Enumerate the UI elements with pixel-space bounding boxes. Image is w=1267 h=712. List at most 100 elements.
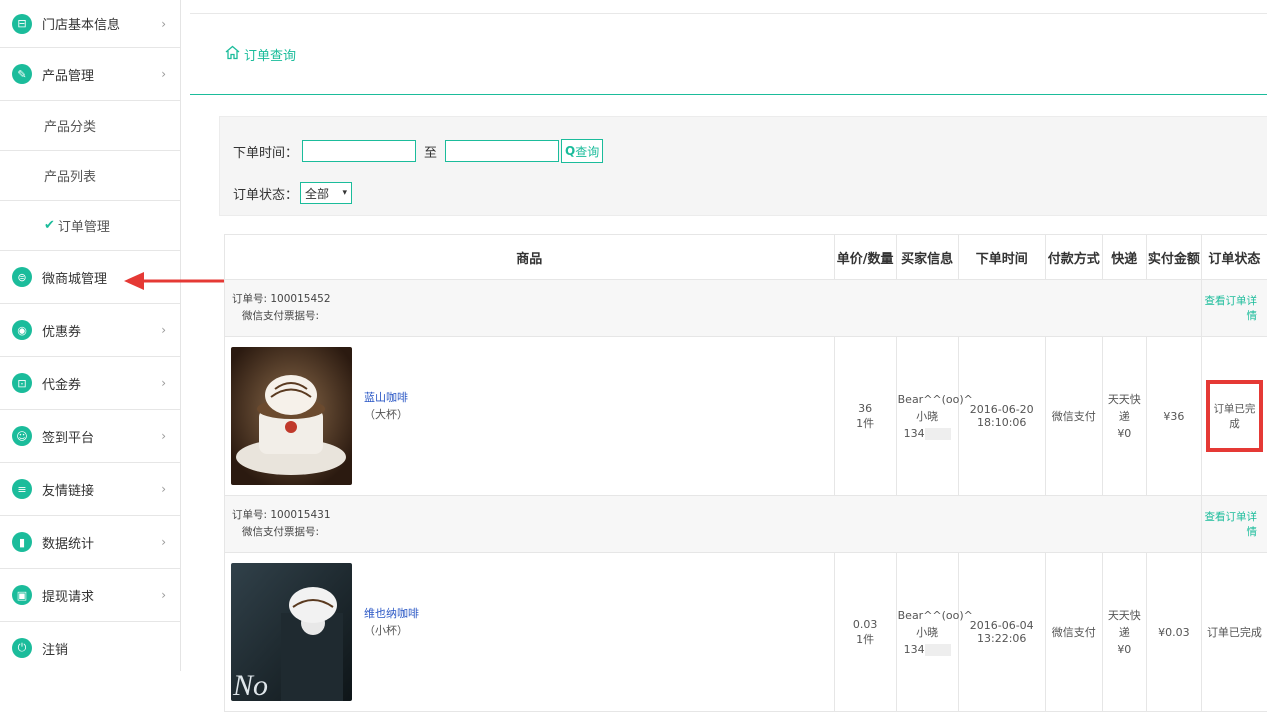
chevron-right-icon: › bbox=[161, 482, 166, 496]
sidebar-item-logout[interactable]: ⏻ 注销 bbox=[0, 622, 180, 674]
order-header-row: 订单号: 100015431 微信支付票据号: 查看订单详情 bbox=[225, 496, 1267, 553]
chevron-right-icon: › bbox=[161, 323, 166, 337]
product-name-link[interactable]: 蓝山咖啡 bbox=[364, 389, 408, 406]
chevron-right-icon: › bbox=[161, 588, 166, 602]
buyer-phone: 134 bbox=[904, 427, 925, 440]
chevron-right-icon: › bbox=[161, 535, 166, 549]
time-filter-row: 下单时间： 至 Q 查询 bbox=[233, 139, 603, 163]
sidebar: ⊟ 门店基本信息 › ✎ 产品管理 › 产品分类 产品列表 ✔ 订单管理 ⊜ 微… bbox=[0, 0, 181, 671]
sidebar-item-label: 友情链接 bbox=[42, 480, 94, 499]
product-spec: （大杯） bbox=[364, 406, 408, 423]
price-qty-cell: 0.03 1件 bbox=[834, 553, 896, 712]
product-cell: No 维也纳咖啡 （小杯） bbox=[225, 553, 835, 712]
sidebar-item-store-info[interactable]: ⊟ 门店基本信息 › bbox=[0, 0, 180, 48]
sidebar-item-checkin[interactable]: ☺ 签到平台 › bbox=[0, 410, 180, 463]
shipping-cell: 天天快 递 ¥0 bbox=[1102, 337, 1146, 496]
sidebar-item-coupons[interactable]: ◉ 优惠券 › bbox=[0, 304, 180, 357]
page-title: 订单查询 bbox=[244, 45, 296, 64]
order-header-row: 订单号: 100015452 微信支付票据号: 查看订单详情 bbox=[225, 280, 1267, 337]
order-status: 订单已完成 bbox=[1201, 553, 1267, 712]
power-icon: ⏻ bbox=[12, 638, 32, 658]
chevron-right-icon: › bbox=[161, 67, 166, 81]
buyer-phone: 134 bbox=[904, 643, 925, 656]
sidebar-item-vouchers[interactable]: ⊡ 代金券 › bbox=[0, 357, 180, 410]
sidebar-sub-item-orders[interactable]: ✔ 订单管理 bbox=[0, 201, 180, 251]
shipping-fee: ¥0 bbox=[1104, 641, 1145, 658]
product-image[interactable]: No bbox=[231, 563, 352, 701]
col-header-product: 商品 bbox=[225, 235, 835, 280]
sidebar-item-withdraw[interactable]: ▣ 提现请求 › bbox=[0, 569, 180, 622]
sidebar-sub-item-product-list[interactable]: 产品列表 bbox=[0, 151, 180, 201]
highlight-box: 订单已完成 bbox=[1206, 380, 1263, 452]
buyer-name: 小晓 bbox=[898, 408, 957, 425]
signin-icon: ☺ bbox=[12, 426, 32, 446]
buyer-cell: Bear^^(oo)^ 小晓 134 bbox=[896, 553, 958, 712]
doc-icon: ⊟ bbox=[12, 14, 32, 34]
sidebar-item-label: 签到平台 bbox=[42, 427, 94, 446]
sidebar-item-label: 优惠券 bbox=[42, 321, 81, 340]
sidebar-item-label: 注销 bbox=[42, 639, 68, 658]
home-icon[interactable] bbox=[225, 45, 240, 64]
status-filter-row: 订单状态： 全部 ▾ bbox=[233, 182, 352, 204]
redaction-blur bbox=[925, 644, 951, 656]
quantity: 1件 bbox=[836, 415, 895, 431]
table-row: 蓝山咖啡 （大杯） 36 1件 Bear^^(oo)^ 小晓 134 bbox=[225, 337, 1267, 496]
sidebar-item-label: 提现请求 bbox=[42, 586, 94, 605]
sidebar-item-label: 代金券 bbox=[42, 374, 81, 393]
sidebar-item-label: 门店基本信息 bbox=[42, 14, 120, 33]
chevron-right-icon: › bbox=[161, 17, 166, 31]
wx-receipt-number: 微信支付票据号: bbox=[232, 524, 1200, 541]
table-row: No 维也纳咖啡 （小杯） 0.03 1件 bbox=[225, 553, 1267, 712]
order-detail-link[interactable]: 查看订单详情 bbox=[1201, 496, 1267, 553]
stats-icon: ▮ bbox=[12, 532, 32, 552]
sidebar-item-links[interactable]: ≡ 友情链接 › bbox=[0, 463, 180, 516]
order-number: 订单号: 100015431 bbox=[232, 507, 1200, 524]
shipping-company: 天天快 bbox=[1104, 391, 1145, 408]
order-status: 订单已完成 bbox=[1210, 401, 1259, 431]
chevron-right-icon: › bbox=[161, 376, 166, 390]
buyer-nickname: Bear^^(oo)^ bbox=[898, 391, 957, 408]
product-image[interactable] bbox=[231, 347, 352, 485]
payment-method: 微信支付 bbox=[1045, 553, 1102, 712]
col-header-amount: 实付金额 bbox=[1146, 235, 1201, 280]
product-spec: （小杯） bbox=[364, 622, 419, 639]
col-header-payment: 付款方式 bbox=[1045, 235, 1102, 280]
shipping-company: 天天快 bbox=[1104, 607, 1145, 624]
search-button[interactable]: Q 查询 bbox=[561, 139, 603, 163]
sidebar-item-label: 产品管理 bbox=[42, 65, 94, 84]
page-header: 订单查询 bbox=[190, 14, 1267, 95]
status-select[interactable]: 全部 ▾ bbox=[300, 182, 352, 204]
sidebar-item-label: 数据统计 bbox=[42, 533, 94, 552]
status-label: 订单状态： bbox=[233, 184, 298, 203]
sidebar-sub-item-label: 产品列表 bbox=[44, 166, 96, 185]
unit-price: 0.03 bbox=[836, 618, 895, 631]
shipping-fee: ¥0 bbox=[1104, 425, 1145, 442]
col-header-order-time: 下单时间 bbox=[958, 235, 1045, 280]
shipping-company-2: 递 bbox=[1104, 624, 1145, 641]
sidebar-sub-item-label: 订单管理 bbox=[58, 216, 110, 235]
tag-icon: ✎ bbox=[12, 64, 32, 84]
redaction-blur bbox=[925, 428, 951, 440]
sidebar-item-stats[interactable]: ▮ 数据统计 › bbox=[0, 516, 180, 569]
end-time-input[interactable] bbox=[445, 140, 559, 162]
order-status-cell: 订单已完成 bbox=[1201, 337, 1267, 496]
chevron-down-icon: ▾ bbox=[342, 188, 347, 198]
main-content: 订单查询 下单时间： 至 Q 查询 订单状态： 全部 ▾ bbox=[190, 13, 1267, 95]
shop-icon: ⊜ bbox=[12, 267, 32, 287]
wx-receipt-number: 微信支付票据号: bbox=[232, 308, 1200, 325]
payment-method: 微信支付 bbox=[1045, 337, 1102, 496]
time-label: 下单时间： bbox=[233, 142, 298, 161]
svg-text:No: No bbox=[232, 669, 268, 701]
order-time: 2016-06-20 18:10:06 bbox=[958, 337, 1045, 496]
buyer-cell: Bear^^(oo)^ 小晓 134 bbox=[896, 337, 958, 496]
start-time-input[interactable] bbox=[302, 140, 416, 162]
wallet-icon: ▣ bbox=[12, 585, 32, 605]
sidebar-sub-item-category[interactable]: 产品分类 bbox=[0, 101, 180, 151]
product-name-link[interactable]: 维也纳咖啡 bbox=[364, 605, 419, 622]
to-label: 至 bbox=[424, 142, 437, 161]
table-header-row: 商品 单价/数量 买家信息 下单时间 付款方式 快递 实付金额 订单状态 bbox=[225, 235, 1267, 280]
paid-amount: ¥0.03 bbox=[1146, 553, 1201, 712]
sidebar-item-products[interactable]: ✎ 产品管理 › bbox=[0, 48, 180, 101]
coupon-icon: ◉ bbox=[12, 320, 32, 340]
order-detail-link[interactable]: 查看订单详情 bbox=[1201, 280, 1267, 337]
